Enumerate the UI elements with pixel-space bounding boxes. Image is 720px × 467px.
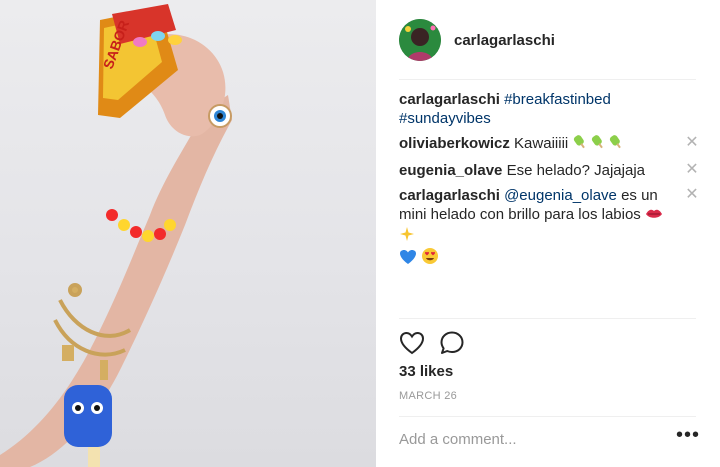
add-comment-input[interactable] bbox=[399, 424, 659, 454]
comment-username[interactable]: carlagarlaschi bbox=[399, 91, 500, 108]
blue-heart-icon bbox=[399, 249, 417, 270]
comment-text: Ese helado? Jajajaja bbox=[506, 162, 645, 179]
post-header: carlagarlaschi bbox=[376, 0, 720, 80]
heart-outline-icon[interactable] bbox=[399, 330, 425, 356]
comment-item: carlagarlaschi @eugenia_olave es un mini… bbox=[399, 186, 700, 270]
comment-item: oliviaberkowicz Kawaiiiii ✕ bbox=[399, 134, 700, 155]
comments-list: carlagarlaschi #breakfastinbed #sundayvi… bbox=[399, 90, 700, 276]
post-author-username[interactable]: carlagarlaschi bbox=[454, 32, 555, 49]
actions-divider bbox=[399, 318, 696, 319]
hashtag-link[interactable]: #breakfastinbed bbox=[504, 91, 611, 108]
comment-username[interactable]: carlagarlaschi bbox=[399, 187, 500, 204]
hashtag-link[interactable]: #sundayvibes bbox=[399, 110, 491, 127]
delete-comment-icon[interactable]: ✕ bbox=[684, 162, 700, 178]
comment-text: Kawaiiiii bbox=[514, 135, 569, 152]
speech-bubble-icon[interactable] bbox=[439, 330, 465, 356]
comment-username[interactable]: eugenia_olave bbox=[399, 162, 502, 179]
arm-shape bbox=[0, 95, 232, 467]
sparkles-icon bbox=[399, 226, 415, 247]
lips-icon bbox=[645, 207, 663, 226]
more-options-icon[interactable]: ••• bbox=[676, 425, 699, 448]
likes-count[interactable]: 33 likes bbox=[399, 363, 453, 380]
popsicle-charm bbox=[64, 385, 112, 467]
delete-comment-icon[interactable]: ✕ bbox=[684, 135, 700, 151]
comment-item: eugenia_olave Ese helado? Jajajaja ✕ bbox=[399, 161, 700, 180]
post-actions bbox=[399, 330, 465, 356]
avatar-portrait-icon bbox=[399, 19, 441, 61]
add-comment-divider bbox=[399, 416, 696, 417]
eye-ring bbox=[208, 104, 232, 128]
mention-link[interactable]: @eugenia_olave bbox=[504, 187, 617, 204]
popsicle-icon bbox=[572, 134, 626, 155]
avatar[interactable] bbox=[399, 19, 441, 61]
delete-comment-icon[interactable]: ✕ bbox=[684, 187, 700, 203]
arm-holding-snack-illustration: SABOR bbox=[0, 4, 232, 467]
comment-username[interactable]: oliviaberkowicz bbox=[399, 135, 510, 152]
post-details-panel: carlagarlaschi carlagarlaschi #breakfast… bbox=[376, 0, 720, 467]
caption-comment: carlagarlaschi #breakfastinbed #sundayvi… bbox=[399, 90, 697, 128]
heart-eyes-icon bbox=[421, 247, 439, 270]
post-photo[interactable]: SABOR bbox=[0, 0, 376, 467]
header-divider bbox=[399, 79, 696, 80]
post-date: MARCH 26 bbox=[399, 390, 458, 402]
